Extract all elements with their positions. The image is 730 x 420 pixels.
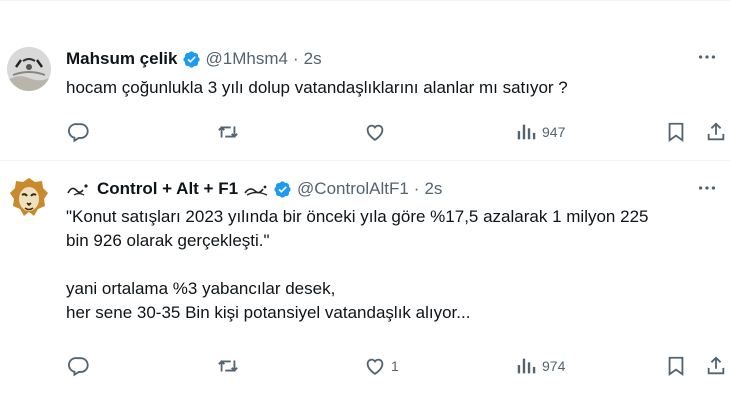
tweet-text: hocam çoğunlukla 3 yılı dolup vatandaşlı…	[66, 76, 568, 100]
retweet-button[interactable]	[217, 120, 239, 144]
bookmark-icon	[665, 121, 687, 143]
tweet-text-line: "Konut satışları 2023 yılında bir önceki…	[66, 207, 649, 226]
tweet-header: Mahsum çelik @1Mhsm4 · 2s	[66, 47, 322, 71]
display-name[interactable]: Control + Alt + F1	[97, 179, 238, 199]
user-handle[interactable]: @1Mhsm4	[206, 49, 288, 69]
separator-dot: ·	[413, 179, 420, 198]
reply-button[interactable]	[68, 120, 90, 144]
timestamp[interactable]: 2s	[304, 49, 322, 69]
tweet-text-line: hocam çoğunlukla 3 yılı dolup vatandaşlı…	[66, 78, 568, 97]
tweet-actions: 947	[0, 120, 730, 144]
more-icon[interactable]	[696, 46, 718, 68]
reply-icon	[68, 355, 90, 377]
verified-badge-icon	[273, 180, 292, 199]
retweet-icon	[217, 121, 239, 143]
tweet-text-line: her sene 30-35 Bin kişi potansiyel vatan…	[66, 303, 471, 322]
like-button[interactable]	[364, 120, 391, 144]
tweet-actions: 1 974	[0, 354, 730, 378]
like-count: 1	[391, 358, 399, 374]
top-border	[0, 0, 730, 1]
display-name[interactable]: Mahsum çelik	[66, 49, 178, 69]
tweet-text: "Konut satışları 2023 yılında bir önceki…	[66, 205, 648, 325]
timestamp[interactable]: 2s	[424, 179, 442, 199]
user-handle[interactable]: @ControlAltF1	[297, 179, 409, 199]
verified-badge-icon	[182, 50, 201, 69]
like-icon	[364, 121, 386, 143]
decorative-wave-icon	[243, 181, 269, 197]
separator-dot: ·	[292, 49, 299, 68]
views-count: 974	[542, 358, 566, 374]
bookmark-icon	[665, 355, 687, 377]
tweet[interactable]: Control + Alt + F1 @ControlAltF1 · 2s "K…	[0, 162, 730, 392]
views-button[interactable]: 974	[515, 354, 565, 378]
share-icon	[705, 121, 727, 143]
views-button[interactable]: 947	[515, 120, 565, 144]
views-icon	[515, 121, 537, 143]
avatar[interactable]	[7, 175, 51, 219]
tweet-header: Control + Alt + F1 @ControlAltF1 · 2s	[66, 177, 442, 201]
tweet-divider	[0, 160, 730, 161]
share-icon	[705, 355, 727, 377]
bookmark-button[interactable]	[665, 354, 687, 378]
bookmark-button[interactable]	[665, 120, 687, 144]
tweet[interactable]: Mahsum çelik @1Mhsm4 · 2s hocam çoğunluk…	[0, 36, 730, 158]
share-button[interactable]	[705, 120, 727, 144]
tweet-text-line: bin 926 olarak gerçekleşti."	[66, 231, 270, 250]
share-button[interactable]	[705, 354, 727, 378]
avatar[interactable]	[7, 47, 51, 91]
views-icon	[515, 355, 537, 377]
like-icon	[364, 355, 386, 377]
like-button[interactable]: 1	[364, 354, 399, 378]
reply-button[interactable]	[68, 354, 90, 378]
retweet-icon	[217, 355, 239, 377]
reply-icon	[68, 121, 90, 143]
views-count: 947	[542, 124, 566, 140]
decorative-wave-icon	[66, 181, 92, 197]
more-icon[interactable]	[696, 177, 718, 199]
retweet-button[interactable]	[217, 354, 239, 378]
tweet-text-line: yani ortalama %3 yabancılar desek,	[66, 279, 336, 298]
